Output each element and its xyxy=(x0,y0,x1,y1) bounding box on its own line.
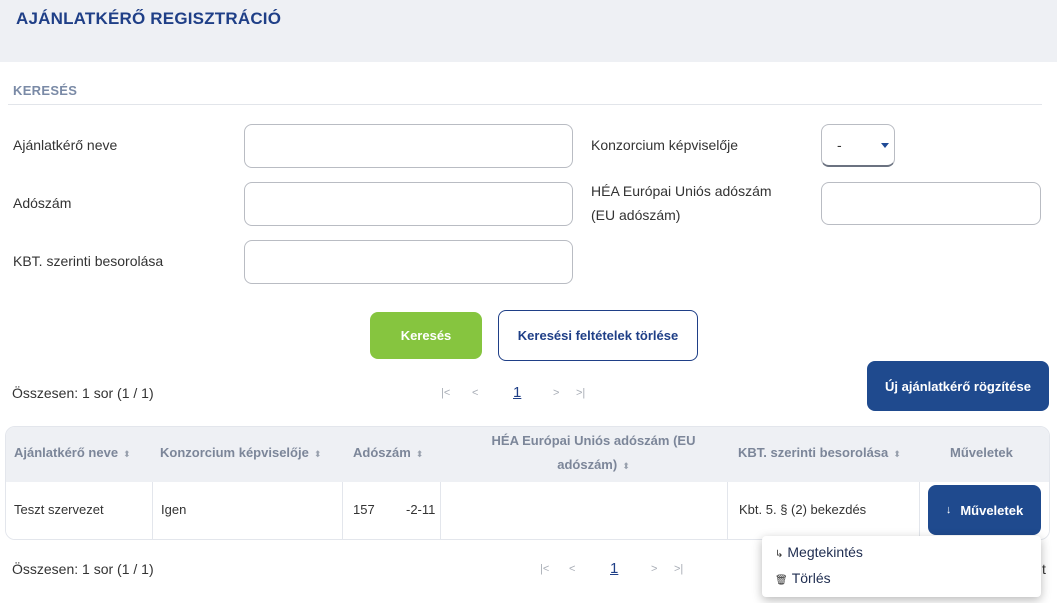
last-page-icon[interactable]: >| xyxy=(674,563,683,575)
eu-tax-label: HÉA Európai Uniós adószám (EU adószám) xyxy=(591,179,772,227)
column-header-eu-tax-line2: adószám) xyxy=(557,457,618,472)
first-page-icon[interactable]: |< xyxy=(441,387,450,399)
clear-filters-button[interactable]: Keresési feltételek törlése xyxy=(498,310,698,361)
cell-tax-part1: 157 xyxy=(353,502,375,517)
eu-tax-label-line2: (EU adószám) xyxy=(591,207,681,223)
prev-page-icon[interactable]: < xyxy=(569,563,575,575)
eu-tax-input[interactable] xyxy=(821,182,1041,225)
column-header-consortium-label: Konzorcium képviselője xyxy=(160,445,309,460)
row-actions-button[interactable]: ↓ Műveletek xyxy=(928,485,1041,535)
column-divider xyxy=(342,482,343,539)
name-input[interactable] xyxy=(244,124,573,168)
chevron-down-icon xyxy=(881,143,889,148)
menu-item-delete-label: Törlés xyxy=(791,570,831,586)
page-header: AJÁNLATKÉRŐ REGISZTRÁCIÓ xyxy=(0,0,1057,62)
cell-tax-part2: -2-11 xyxy=(406,502,436,517)
sort-icon: ⬍ xyxy=(893,449,901,459)
tax-label: Adószám xyxy=(13,195,72,211)
next-page-icon[interactable]: > xyxy=(553,387,559,399)
column-divider xyxy=(440,482,441,539)
column-header-tax-label: Adószám xyxy=(353,445,411,460)
column-divider xyxy=(727,482,728,539)
kbt-label: KBT. szerinti besorolása xyxy=(13,253,164,269)
cell-consortium: Igen xyxy=(161,502,187,517)
kbt-input[interactable] xyxy=(244,240,573,284)
sort-icon: ⬍ xyxy=(415,449,424,459)
tax-input[interactable] xyxy=(244,182,573,226)
table-header: Ajánlatkérő neve ⬍ Konzorcium képviselője… xyxy=(6,427,1049,482)
row-actions-label: Műveletek xyxy=(960,502,1024,518)
results-table: Ajánlatkérő neve ⬍ Konzorcium képviselője… xyxy=(5,426,1050,540)
cell-kbt: Kbt. 5. § (2) bekezdés xyxy=(739,502,867,517)
prev-page-icon[interactable]: < xyxy=(472,387,478,399)
search-section-title: KERESÉS xyxy=(13,83,78,98)
table-row: Teszt szervezet Igen 157 -2-11 Kbt. 5. §… xyxy=(6,482,1049,539)
cell-name: Teszt szervezet xyxy=(14,502,104,517)
eu-tax-label-line1: HÉA Európai Uniós adószám xyxy=(591,183,772,199)
column-divider xyxy=(919,482,920,539)
consortium-label: Konzorcium képviselője xyxy=(591,137,739,153)
new-requester-button[interactable]: Új ajánlatkérő rögzítése xyxy=(867,361,1049,411)
sort-icon: ⬍ xyxy=(313,449,322,459)
current-page-link[interactable]: 1 xyxy=(610,560,618,577)
name-label: Ajánlatkérő neve xyxy=(13,137,118,153)
arrow-down-icon: ↓ xyxy=(945,504,952,516)
column-header-eu-tax[interactable]: HÉA Európai Uniós adószám (EU adószám) ⬍ xyxy=(446,429,741,478)
column-header-eu-tax-line1: HÉA Európai Uniós adószám (EU xyxy=(491,433,696,448)
view-arrow-icon: ↳ xyxy=(775,549,784,560)
row-count-summary-bottom: Összesen: 1 sor (1 / 1) xyxy=(12,561,154,577)
last-page-icon[interactable]: >| xyxy=(576,387,585,399)
menu-item-view[interactable]: ↳ Megtekintés xyxy=(775,544,863,560)
sort-icon: ⬍ xyxy=(622,461,630,471)
actions-dropdown-menu: ↳ Megtekintés 🗑 Törlés xyxy=(762,536,1041,597)
consortium-select[interactable]: - xyxy=(821,124,895,167)
menu-item-view-label: Megtekintés xyxy=(787,544,863,560)
section-divider xyxy=(8,104,1042,105)
pagination-bottom: |< < 1 > >| xyxy=(540,560,690,579)
first-page-icon[interactable]: |< xyxy=(540,563,549,575)
row-count-summary: Összesen: 1 sor (1 / 1) xyxy=(12,385,154,401)
column-header-name-label: Ajánlatkérő neve xyxy=(14,445,119,460)
column-header-kbt-label: KBT. szerinti besorolása xyxy=(738,445,889,460)
current-page-link[interactable]: 1 xyxy=(513,384,521,401)
page-title: AJÁNLATKÉRŐ REGISZTRÁCIÓ xyxy=(16,9,282,28)
column-divider xyxy=(152,482,153,539)
search-button[interactable]: Keresés xyxy=(370,312,482,359)
column-header-consortium[interactable]: Konzorcium képviselője ⬍ xyxy=(160,441,321,466)
column-header-actions: Műveletek xyxy=(950,445,1013,460)
column-header-tax[interactable]: Adószám ⬍ xyxy=(353,441,423,466)
next-page-icon[interactable]: > xyxy=(651,563,657,575)
pagination-top: |< < 1 > >| xyxy=(441,384,591,403)
column-header-name[interactable]: Ajánlatkérő neve ⬍ xyxy=(14,441,131,466)
menu-item-delete[interactable]: 🗑 Törlés xyxy=(775,570,831,586)
trash-icon: 🗑 xyxy=(775,575,788,586)
sort-icon: ⬍ xyxy=(123,449,131,459)
column-header-kbt[interactable]: KBT. szerinti besorolása ⬍ xyxy=(738,441,901,466)
obscured-text: t xyxy=(1042,561,1046,577)
consortium-select-value: - xyxy=(837,137,842,153)
